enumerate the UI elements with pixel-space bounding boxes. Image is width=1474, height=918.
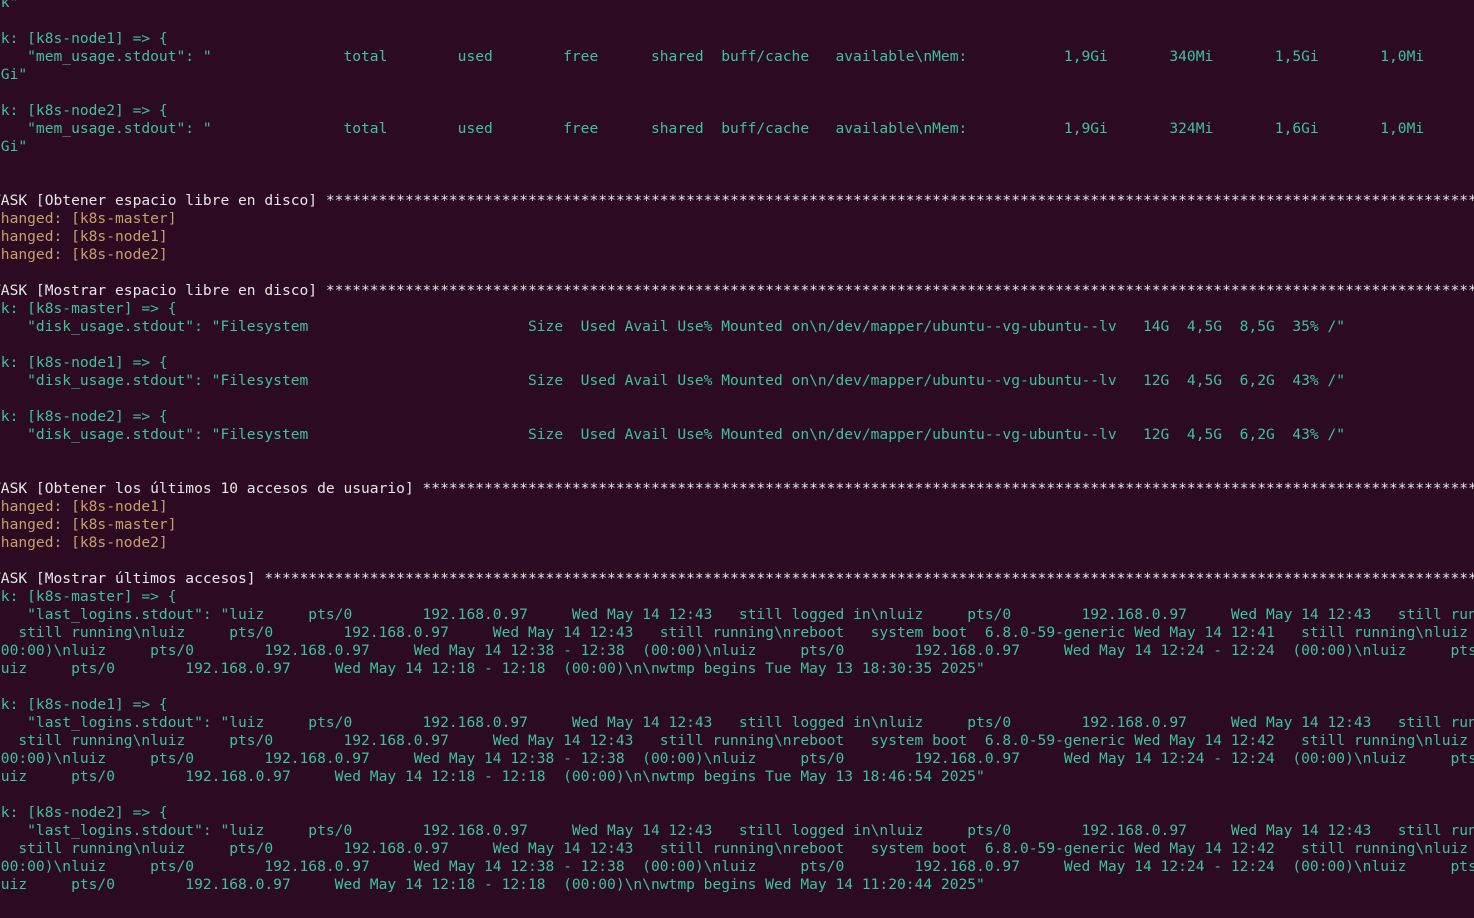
- output-line: "last_logins.stdout": "luiz pts/0 192.16…: [0, 606, 1474, 623]
- output-line: ok: [k8s-node2] => {: [0, 804, 168, 821]
- output-line: ok": [0, 0, 19, 11]
- task-header-line: TASK [Obtener los últimos 10 accesos de …: [0, 480, 1474, 497]
- output-line: still running\nluiz pts/0 192.168.0.97 W…: [0, 840, 1474, 857]
- changed-status-line: changed: [k8s-node2]: [0, 534, 168, 551]
- output-line: "mem_usage.stdout": " total used free sh…: [0, 120, 1474, 137]
- output-line: ok: [k8s-node1] => {: [0, 30, 168, 47]
- output-line: ok: [k8s-node2] => {: [0, 102, 168, 119]
- output-line: ok: [k8s-node2] => {: [0, 408, 168, 425]
- changed-status-line: changed: [k8s-master]: [0, 516, 177, 533]
- output-line: }: [0, 84, 1, 102]
- task-header-line: TASK [Obtener espacio libre en disco] **…: [0, 192, 1474, 209]
- changed-status-line: changed: [k8s-node2]: [0, 246, 168, 263]
- output-line: 0Gi": [0, 138, 28, 155]
- output-line: (00:00)\nluiz pts/0 192.168.0.97 Wed May…: [0, 642, 1474, 659]
- changed-status-line: changed: [k8s-master]: [0, 210, 177, 227]
- output-line: 0Gi": [0, 66, 28, 83]
- changed-status-line: changed: [k8s-node1]: [0, 498, 168, 515]
- output-line: "disk_usage.stdout": "Filesystem Size Us…: [0, 318, 1346, 335]
- output-line: }: [0, 12, 1, 30]
- output-line: }: [0, 390, 1, 408]
- output-line: "last_logins.stdout": "luiz pts/0 192.16…: [0, 714, 1474, 731]
- output-line: ok: [k8s-master] => {: [0, 588, 177, 605]
- output-line: ok: [k8s-node1] => {: [0, 354, 168, 371]
- task-header-line: TASK [Mostrar espacio libre en disco] **…: [0, 282, 1474, 299]
- output-line: }: [0, 444, 1, 462]
- output-line: "disk_usage.stdout": "Filesystem Size Us…: [0, 372, 1346, 389]
- output-line: }: [0, 786, 1, 804]
- output-line: still running\nluiz pts/0 192.168.0.97 W…: [0, 624, 1474, 641]
- task-header-line: TASK [Mostrar últimos accesos] *********…: [0, 570, 1474, 587]
- output-line: }: [0, 156, 1, 174]
- output-line: "last_logins.stdout": "luiz pts/0 192.16…: [0, 822, 1474, 839]
- output-line: }: [0, 678, 1, 696]
- output-line: luiz pts/0 192.168.0.97 Wed May 14 12:18…: [0, 660, 985, 677]
- output-line: ok: [k8s-master] => {: [0, 300, 177, 317]
- output-line: }: [0, 894, 1, 912]
- output-line: "disk_usage.stdout": "Filesystem Size Us…: [0, 426, 1346, 443]
- output-line: "mem_usage.stdout": " total used free sh…: [0, 48, 1474, 65]
- terminal-window[interactable]: ok"}ok: [k8s-node1] => { "mem_usage.stdo…: [0, 0, 1474, 918]
- output-line: (00:00)\nluiz pts/0 192.168.0.97 Wed May…: [0, 858, 1474, 875]
- output-line: ok: [k8s-node1] => {: [0, 696, 168, 713]
- output-line: still running\nluiz pts/0 192.168.0.97 W…: [0, 732, 1474, 749]
- changed-status-line: changed: [k8s-node1]: [0, 228, 168, 245]
- output-line: (00:00)\nluiz pts/0 192.168.0.97 Wed May…: [0, 750, 1474, 767]
- output-line: luiz pts/0 192.168.0.97 Wed May 14 12:18…: [0, 876, 985, 893]
- output-line: }: [0, 336, 1, 354]
- output-line: luiz pts/0 192.168.0.97 Wed May 14 12:18…: [0, 768, 985, 785]
